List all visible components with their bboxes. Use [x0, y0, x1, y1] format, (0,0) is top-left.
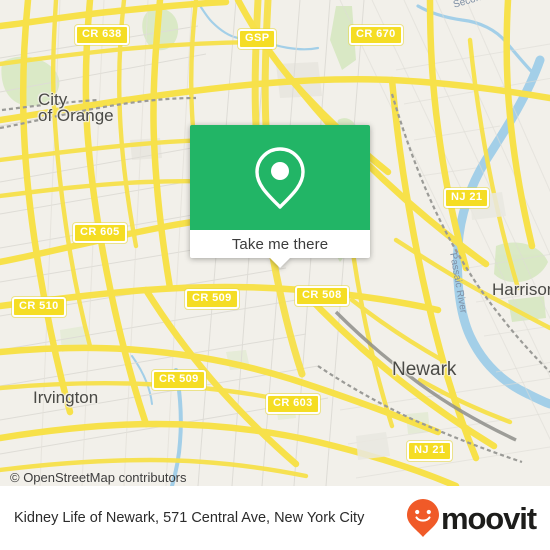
footer-bar: Kidney Life of Newark, 571 Central Ave, … — [0, 486, 550, 550]
map-screenshot: .rd { stroke:#f7e14a; fill:none; stroke-… — [0, 0, 550, 550]
take-me-there-button[interactable]: Take me there — [232, 236, 328, 253]
map-pin-icon — [255, 146, 305, 209]
moovit-wordmark: moovit — [440, 500, 537, 536]
openstreetmap-attribution[interactable]: © OpenStreetMap contributors — [10, 470, 187, 485]
popup-pointer-tail — [270, 258, 290, 268]
popup-action-bar[interactable]: Take me there — [190, 230, 370, 268]
moovit-smiley-pin-icon — [406, 499, 439, 537]
map-canvas[interactable]: .rd { stroke:#f7e14a; fill:none; stroke-… — [0, 0, 550, 486]
moovit-logo[interactable]: moovit — [406, 498, 537, 538]
location-popup-card[interactable]: Take me there — [190, 125, 370, 268]
popup-marker-panel — [190, 125, 370, 230]
location-title: Kidney Life of Newark, 571 Central Ave, … — [14, 509, 365, 526]
